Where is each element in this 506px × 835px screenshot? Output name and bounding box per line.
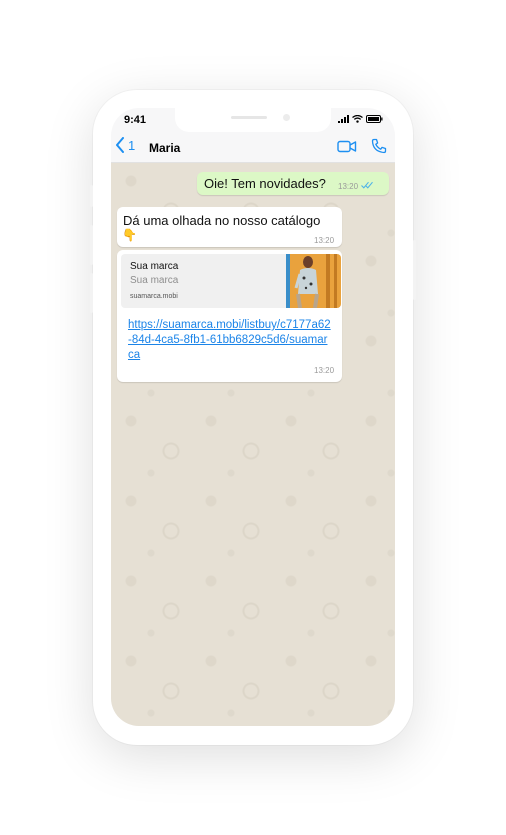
back-button[interactable]: 1 xyxy=(115,137,135,153)
header-actions xyxy=(337,138,387,154)
catalog-link[interactable]: https://suamarca.mobi/listbuy/c7177a62-8… xyxy=(128,318,333,363)
status-bar: 9:41 xyxy=(111,108,395,132)
speaker-grille xyxy=(231,116,267,119)
incoming-link-message[interactable]: Sua marca Sua marca suamarca.mobi https:… xyxy=(117,250,342,382)
outgoing-message[interactable]: Oie! Tem novidades? 13:20 xyxy=(197,172,389,195)
message-time: 13:20 xyxy=(338,182,359,191)
chevron-left-icon xyxy=(116,137,124,153)
battery-icon xyxy=(366,115,383,123)
message-time: 13:20 xyxy=(314,366,335,375)
message-text: Dá uma olhada no nosso catálogo xyxy=(123,213,321,228)
chat-header: 1 Maria xyxy=(111,132,395,163)
preview-title: Sua marca xyxy=(130,261,179,272)
message-text: Oie! Tem novidades? xyxy=(204,176,326,191)
wifi-icon xyxy=(352,115,363,123)
point-down-emoji: 👇 xyxy=(122,228,137,242)
preview-description: Sua marca xyxy=(130,275,179,286)
signal-icon xyxy=(338,115,349,123)
phone-frame: 9:41 1 Maria Oie! Tem novidades? 13:20 D… xyxy=(90,90,416,745)
status-time: 9:41 xyxy=(124,114,147,126)
contact-name[interactable]: Maria xyxy=(149,141,180,155)
double-check-icon xyxy=(361,181,373,189)
front-camera xyxy=(283,114,290,121)
chat-area[interactable]: Oie! Tem novidades? 13:20 Dá uma olhada … xyxy=(111,163,395,726)
volume-up-button xyxy=(90,225,93,265)
link-preview[interactable]: Sua marca Sua marca suamarca.mobi xyxy=(121,254,341,308)
volume-down-button xyxy=(90,273,93,313)
silent-switch xyxy=(90,185,93,207)
power-button xyxy=(413,240,416,300)
status-icons xyxy=(338,115,383,123)
preview-thumbnail xyxy=(286,254,341,308)
phone-screen: 9:41 1 Maria Oie! Tem novidades? 13:20 D… xyxy=(111,108,395,726)
notch xyxy=(175,108,331,132)
video-call-icon[interactable] xyxy=(337,140,357,153)
incoming-message[interactable]: Dá uma olhada no nosso catálogo 👇 13:20 xyxy=(117,207,342,247)
message-time: 13:20 xyxy=(314,236,335,245)
back-count: 1 xyxy=(128,137,136,153)
preview-domain: suamarca.mobi xyxy=(130,293,178,300)
phone-call-icon[interactable] xyxy=(371,138,387,154)
